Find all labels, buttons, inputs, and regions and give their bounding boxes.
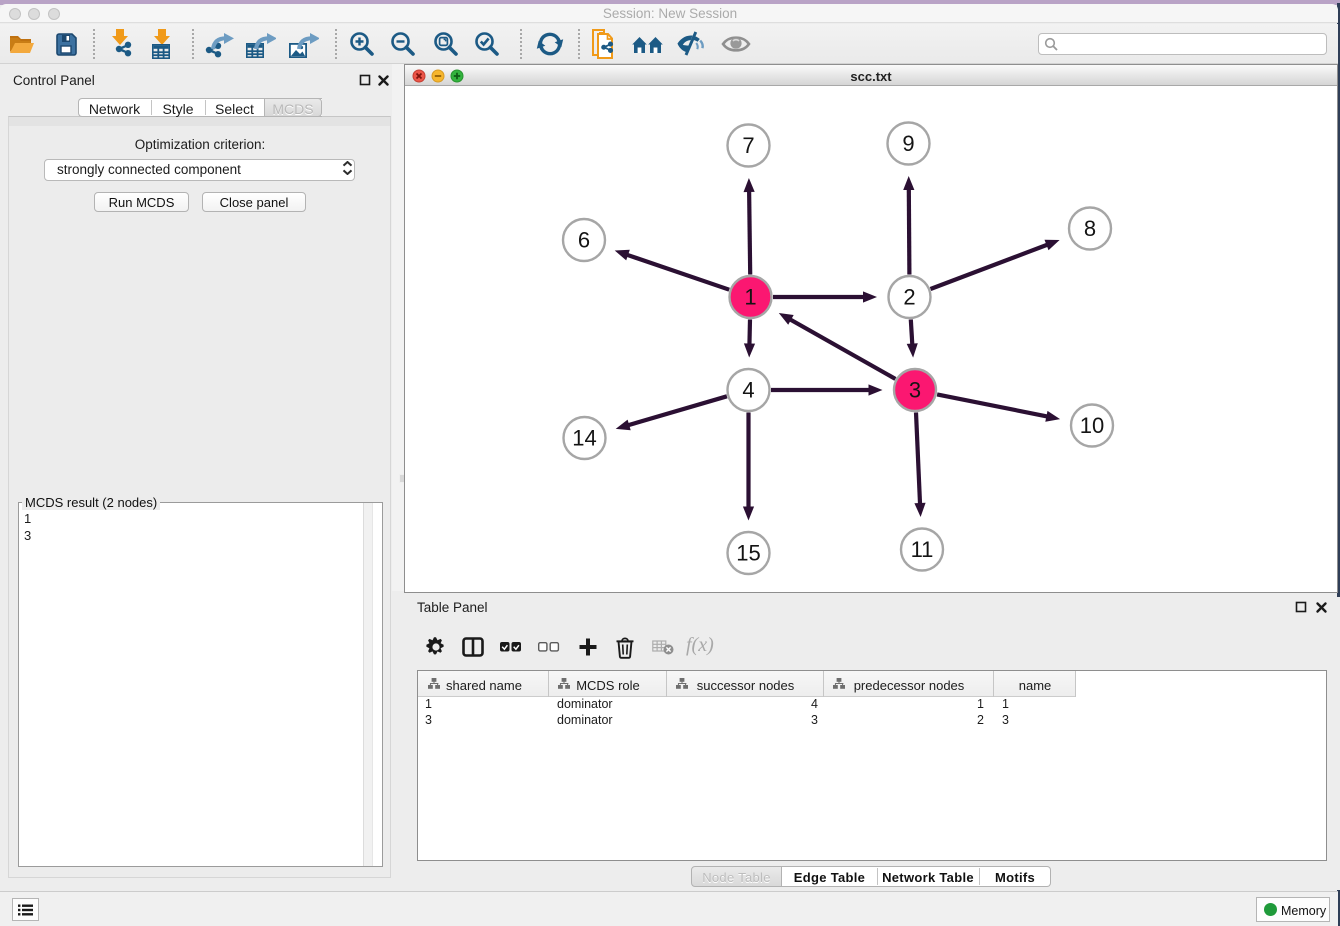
svg-text:3: 3 <box>909 378 921 403</box>
svg-text:14: 14 <box>572 426 596 451</box>
svg-text:15: 15 <box>736 541 760 566</box>
svg-text:11: 11 <box>911 537 934 562</box>
svg-text:1: 1 <box>744 285 756 310</box>
svg-text:6: 6 <box>578 228 590 253</box>
svg-text:10: 10 <box>1080 413 1104 438</box>
svg-text:8: 8 <box>1084 216 1096 241</box>
svg-text:7: 7 <box>742 133 754 158</box>
svg-text:9: 9 <box>902 131 914 156</box>
svg-text:2: 2 <box>903 285 915 310</box>
svg-text:4: 4 <box>742 378 754 403</box>
